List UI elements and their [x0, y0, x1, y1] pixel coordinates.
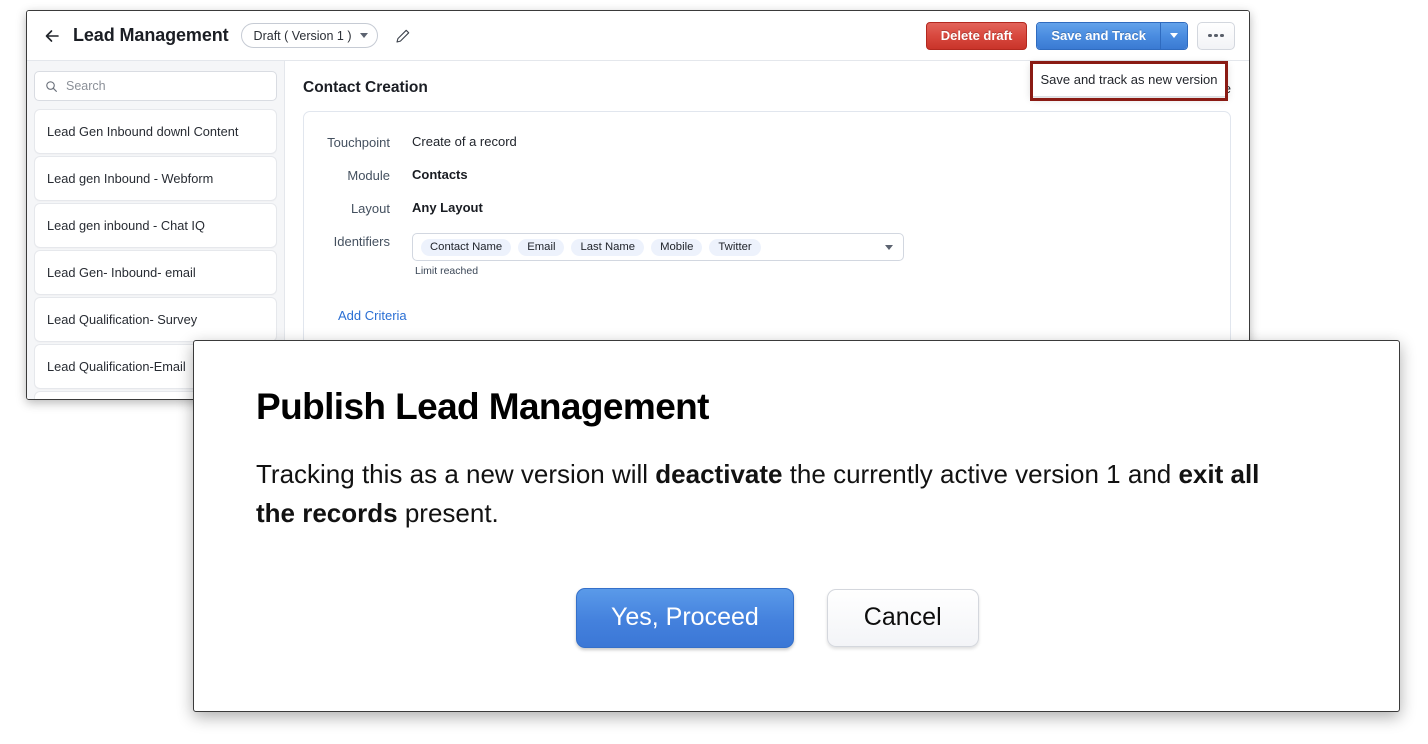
sidebar-item-lead-qualification-survey[interactable]: Lead Qualification- Survey — [34, 297, 277, 342]
more-options-button[interactable] — [1197, 21, 1235, 50]
sidebar-item-lead-gen-inbound-downl-content[interactable]: Lead Gen Inbound downl Content — [34, 109, 277, 154]
search-placeholder: Search — [66, 79, 106, 93]
dialog-message-bold1: deactivate — [655, 458, 783, 489]
form-row-identifiers: Identifiers Contact Name Email Last Name… — [316, 233, 1206, 277]
identifier-chip[interactable]: Email — [518, 238, 565, 256]
chevron-down-icon — [1170, 33, 1178, 38]
save-and-track-dropdown-menu: Save and track as new version — [1031, 62, 1227, 97]
ellipsis-dot-icon — [1208, 33, 1212, 38]
page-title: Lead Management — [73, 25, 229, 45]
delete-draft-button[interactable]: Delete draft — [925, 21, 1028, 50]
section-title: Contact Creation — [303, 79, 428, 96]
module-label: Module — [347, 168, 390, 183]
search-input[interactable]: Search — [34, 71, 277, 101]
yes-proceed-button[interactable]: Yes, Proceed — [576, 587, 794, 648]
dialog-message-part3: present. — [397, 498, 499, 529]
search-icon — [46, 80, 57, 92]
save-and-track-button[interactable]: Save and Track — [1037, 22, 1161, 49]
app-header: Lead Management Draft ( Version 1 ) Dele… — [27, 11, 1249, 61]
menu-item-save-and-track-as-new-version[interactable]: Save and track as new version — [1032, 63, 1226, 96]
sidebar-item-label: Lead gen inbound - Chat IQ — [47, 218, 205, 233]
form-row-touchpoint: Touchpoint Create of a record — [316, 134, 1206, 150]
form-row-layout: Layout Any Layout — [316, 200, 1206, 216]
dialog-message-part2: the currently active version 1 and — [782, 458, 1179, 489]
module-value: Contacts — [412, 167, 468, 182]
layout-value: Any Layout — [412, 200, 483, 215]
form-row-module: Module Contacts — [316, 167, 1206, 183]
save-and-track-split-button: Save and Track — [1036, 21, 1188, 50]
dialog-message: Tracking this as a new version will deac… — [256, 455, 1296, 534]
sidebar-item-label: Lead Gen- Inbound- email — [47, 265, 196, 280]
sidebar-item-label: Lead gen Inbound - Webform — [47, 171, 214, 186]
save-and-track-dropdown-toggle[interactable] — [1161, 22, 1187, 49]
sidebar-item-lead-gen-inbound-email[interactable]: Lead Gen- Inbound- email — [34, 250, 277, 295]
layout-label: Layout — [350, 201, 390, 216]
add-criteria-link[interactable]: Add Criteria — [338, 308, 407, 323]
identifiers-field: Contact Name Email Last Name Mobile Twit… — [412, 233, 904, 277]
chevron-down-icon[interactable] — [885, 244, 893, 250]
back-arrow-icon[interactable] — [39, 23, 65, 49]
version-selector[interactable]: Draft ( Version 1 ) — [240, 23, 378, 48]
screenshot-root: Lead Management Draft ( Version 1 ) Dele… — [0, 0, 1428, 744]
identifiers-label: Identifiers — [333, 234, 390, 249]
version-selector-label: Draft ( Version 1 ) — [253, 28, 352, 43]
chevron-down-icon — [359, 33, 368, 38]
identifiers-multiselect[interactable]: Contact Name Email Last Name Mobile Twit… — [412, 233, 904, 261]
pencil-icon[interactable] — [392, 25, 414, 47]
identifier-chip[interactable]: Mobile — [651, 238, 703, 256]
sidebar-item-lead-gen-inbound-chat-iq[interactable]: Lead gen inbound - Chat IQ — [34, 203, 277, 248]
ellipsis-dot-icon — [1214, 33, 1218, 38]
identifier-chip[interactable]: Twitter — [709, 238, 761, 256]
sidebar-item-lead-gen-inbound-webform[interactable]: Lead gen Inbound - Webform — [34, 156, 277, 201]
touchpoint-label: Touchpoint — [327, 135, 390, 150]
dialog-title: Publish Lead Management — [256, 386, 710, 427]
touchpoint-value: Create of a record — [412, 134, 517, 149]
sidebar-item-label: Lead Qualification- Survey — [47, 312, 198, 327]
dialog-message-part1: Tracking this as a new version will — [256, 458, 656, 489]
dialog-actions: Yes, Proceed Cancel — [256, 587, 1339, 648]
publish-confirmation-dialog: Publish Lead Management Tracking this as… — [193, 340, 1400, 712]
cancel-button[interactable]: Cancel — [826, 588, 979, 647]
header-actions: Delete draft Save and Track — [925, 21, 1235, 50]
sidebar-item-label: Lead Qualification-Email — [47, 359, 186, 374]
identifier-chip[interactable]: Last Name — [571, 238, 645, 256]
sidebar-item-label: Lead Gen Inbound downl Content — [47, 124, 239, 139]
identifier-chip[interactable]: Contact Name — [421, 238, 512, 256]
ellipsis-dot-icon — [1220, 33, 1224, 38]
contact-creation-card: Touchpoint Create of a record Module Con… — [303, 111, 1231, 371]
identifiers-helper-text: Limit reached — [415, 265, 479, 277]
